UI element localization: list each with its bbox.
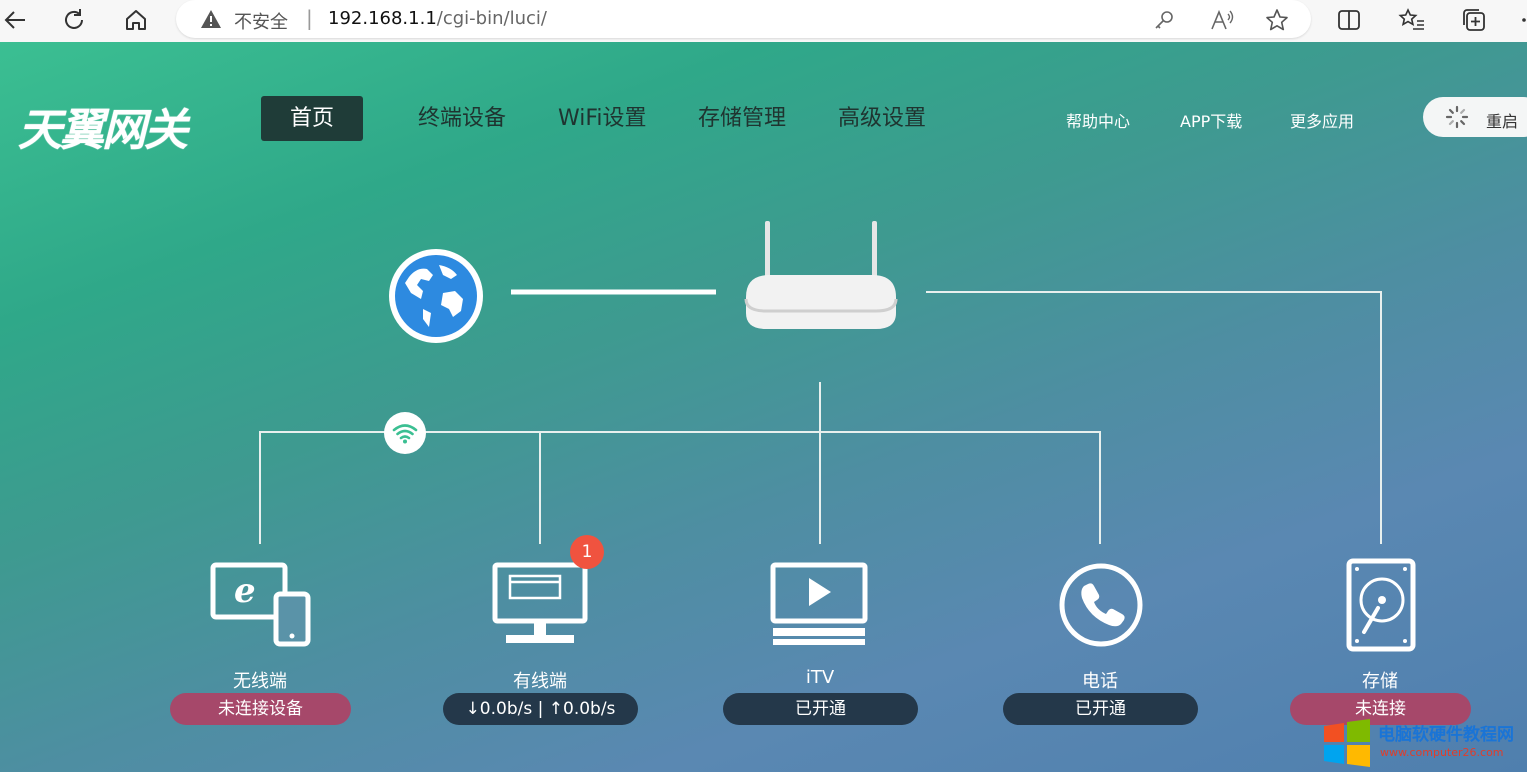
site-watermark: 电脑软硬件教程网 www.computer26.com: [1322, 714, 1527, 772]
more-options-icon: [1522, 18, 1526, 22]
wired-label: 有线端: [513, 671, 567, 692]
home-button[interactable]: [120, 4, 152, 36]
phone-label: 电话: [1082, 671, 1118, 692]
wireless-status[interactable]: 未连接设备: [170, 693, 351, 725]
split-screen-button[interactable]: [1333, 4, 1365, 36]
url-path: /cgi-bin/luci/: [436, 8, 547, 29]
storage-disk-icon[interactable]: [1346, 558, 1416, 652]
read-aloud-icon[interactable]: [1210, 9, 1234, 31]
back-arrow-icon: [4, 11, 25, 29]
wired-traffic-status[interactable]: ↓0.0b/s | ↑0.0b/s: [443, 693, 638, 725]
address-separator: |: [306, 6, 313, 30]
address-bar[interactable]: 不安全 | 192.168.1.1/cgi-bin/luci/: [176, 0, 1311, 38]
itv-status[interactable]: 已开通: [723, 693, 918, 725]
refresh-icon: [65, 9, 83, 29]
watermark-title: 电脑软硬件教程网: [1378, 725, 1514, 745]
windows-logo-icon: [1324, 719, 1370, 767]
browser-toolbar: 不安全 | 192.168.1.1/cgi-bin/luci/: [0, 0, 1527, 42]
wired-computer-icon[interactable]: [492, 562, 590, 648]
wireless-devices-icon[interactable]: e: [210, 562, 312, 648]
watermark-url: www.computer26.com: [1380, 746, 1504, 759]
url-host: 192.168.1.1: [328, 8, 437, 29]
topology-lines: [259, 289, 1382, 544]
svg-text:e: e: [234, 571, 256, 611]
storage-label: 存储: [1362, 671, 1398, 692]
warning-icon: [201, 10, 221, 28]
key-icon[interactable]: [1153, 9, 1175, 31]
wifi-icon: [384, 412, 426, 454]
collections-icon: [1463, 9, 1485, 31]
refresh-button[interactable]: [58, 4, 90, 36]
security-status[interactable]: 不安全: [234, 8, 288, 34]
favorites-button[interactable]: [1396, 4, 1428, 36]
split-screen-icon: [1338, 10, 1360, 30]
favorites-list-icon: [1398, 8, 1424, 30]
favorite-star-icon[interactable]: [1265, 8, 1289, 32]
internet-globe-icon[interactable]: [387, 247, 485, 345]
url-text[interactable]: 192.168.1.1/cgi-bin/luci/: [328, 8, 547, 29]
itv-tv-icon[interactable]: [770, 562, 872, 648]
router-icon[interactable]: [740, 217, 902, 337]
browser-menu-button[interactable]: [1512, 4, 1527, 36]
wired-device-count-badge[interactable]: 1: [570, 535, 604, 569]
itv-label: iTV: [805, 667, 835, 688]
collections-button[interactable]: [1458, 4, 1490, 36]
phone-icon[interactable]: [1058, 562, 1144, 648]
router-admin-page: 天翼网关 首页 终端设备 WiFi设置 存储管理 高级设置 帮助中心 APP下载…: [0, 42, 1527, 772]
phone-status[interactable]: 已开通: [1003, 693, 1198, 725]
wireless-label: 无线端: [233, 671, 287, 692]
home-icon: [126, 10, 146, 30]
back-button[interactable]: [0, 4, 32, 36]
